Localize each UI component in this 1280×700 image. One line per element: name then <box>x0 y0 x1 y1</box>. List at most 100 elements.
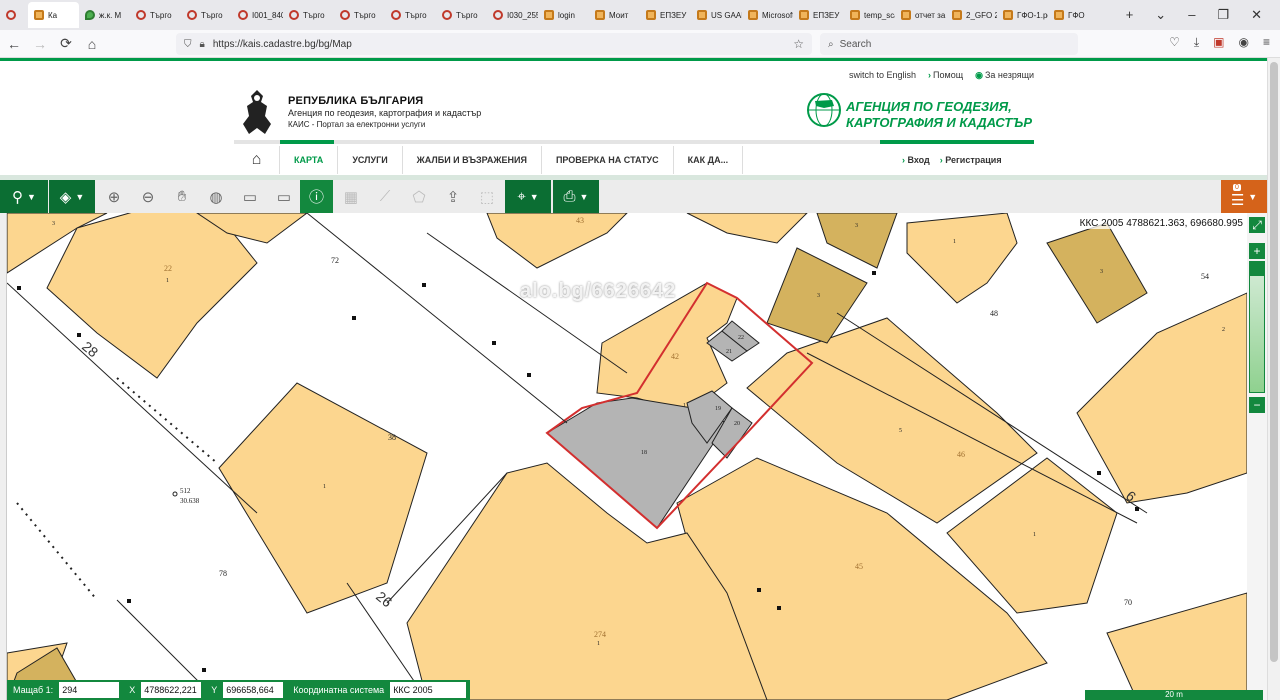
map-toolbar: ⚲ ▼ ◈ ▼ ⊕ ⊖ ✋︎ ◍ ▭ ▭ ⓘ ▦ ⟋ ⬠ ⇪ ⬚ ⌖ ▼ ⎙ ▼ 0 ☰… <box>0 180 1280 213</box>
download-icon[interactable]: ⤓ <box>1194 35 1199 50</box>
tab-list-icon[interactable]: ⌄ <box>1155 7 1166 23</box>
fullscreen-button[interactable]: ⤢ <box>1249 217 1265 233</box>
republic-title: РЕПУБЛИКА БЪЛГАРИЯ <box>288 95 424 107</box>
browser-tab[interactable]: ж.к. М <box>79 2 130 28</box>
browser-tab[interactable]: Търго <box>130 2 181 28</box>
zoom-out-button[interactable]: − <box>1249 397 1265 413</box>
browser-tab[interactable]: I030_2553 <box>487 2 538 28</box>
agency-globe-logo <box>807 93 841 127</box>
select-area-tool[interactable]: ⬚ <box>471 180 503 213</box>
accessibility-link[interactable]: ◉ За незрящи <box>975 70 1034 81</box>
browser-tab[interactable]: ГФО-1.pdf <box>997 2 1048 28</box>
nav-services[interactable]: УСЛУГИ <box>338 146 403 174</box>
kais-icon <box>34 10 44 20</box>
browser-tab[interactable]: ГФО <box>1048 2 1099 28</box>
login-link[interactable]: › Вход <box>902 155 930 165</box>
new-tab-icon[interactable]: + <box>1126 7 1134 23</box>
register-link[interactable]: › Регистрация <box>940 155 1002 165</box>
extension-icon[interactable]: ▣ <box>1213 35 1224 50</box>
zoom-out-tool[interactable]: ⊖ <box>132 180 164 213</box>
zoom-in-button[interactable]: + <box>1249 243 1265 259</box>
browser-tab[interactable]: Търго <box>181 2 232 28</box>
lock-icon: 🔒︎ <box>199 38 205 50</box>
browser-tab[interactable]: ЕПЗЕУ <box>793 2 844 28</box>
browser-tab[interactable]: Ка <box>28 2 79 28</box>
zoom-slider[interactable] <box>1249 261 1265 393</box>
browser-tab[interactable] <box>0 2 28 28</box>
browser-tab[interactable]: Търго <box>334 2 385 28</box>
search-icon: ⌕ <box>828 38 834 50</box>
browser-tab[interactable]: Моит <box>589 2 640 28</box>
map-left-panel-handle[interactable] <box>0 213 7 700</box>
browser-tab[interactable]: отчет за п <box>895 2 946 28</box>
menu-icon[interactable]: ≡ <box>1263 35 1270 50</box>
print-tool[interactable]: ⎙ ▼ <box>553 180 599 213</box>
browser-search-input[interactable]: ⌕ Search <box>820 33 1078 55</box>
y-coordinate-input[interactable]: 696658,664 <box>223 682 284 698</box>
close-icon[interactable]: ✕ <box>1251 7 1262 23</box>
upload-tool[interactable]: ⇪ <box>437 180 469 213</box>
browser-tab[interactable]: Търго <box>436 2 487 28</box>
browser-tab[interactable]: US GAAP <box>691 2 742 28</box>
browser-tab-label: Търго <box>150 10 172 20</box>
back-icon[interactable]: ← <box>2 36 26 52</box>
x-coordinate-input[interactable]: 4788622,221 <box>141 682 202 698</box>
zoom-in-tool[interactable]: ⊕ <box>98 180 130 213</box>
browser-tab[interactable]: I001_8408 <box>232 2 283 28</box>
zoom-box-in-tool[interactable]: ▭ <box>234 180 266 213</box>
browser-tab[interactable]: 2_GFO 202 <box>946 2 997 28</box>
url-text: https://kais.cadastre.bg/bg/Map <box>212 38 352 50</box>
full-extent-tool[interactable]: ◍ <box>200 180 232 213</box>
pocket-icon[interactable]: ♡ <box>1169 35 1180 50</box>
browser-tab[interactable]: login <box>538 2 589 28</box>
bookmark-star-icon[interactable]: ☆ <box>793 37 804 51</box>
selected-objects-button[interactable]: 0 ☰ ▼ <box>1221 180 1267 213</box>
browser-tab-label: Ка <box>48 10 58 20</box>
info-tool[interactable]: ⓘ <box>300 180 333 213</box>
layer-info-icon: ⌖ <box>517 188 526 205</box>
browser-tab[interactable]: Microsoft <box>742 2 793 28</box>
nav-complaints[interactable]: ЖАЛБИ И ВЪЗРАЖЕНИЯ <box>403 146 542 174</box>
browser-tab[interactable]: ЕПЗЕУ <box>640 2 691 28</box>
page-scrollbar[interactable] <box>1267 58 1280 700</box>
browser-tab-bar: Ка ж.к. М Търго Търго I001_8408 Търго Търго Тър… <box>0 0 1280 30</box>
label-survey-point: 512 <box>180 487 191 495</box>
folder-icon <box>544 10 554 20</box>
reload-icon[interactable]: ⟳ <box>54 35 78 52</box>
browser-tab[interactable]: Търго <box>283 2 334 28</box>
zoom-slider-handle[interactable] <box>1250 262 1264 276</box>
browser-tab[interactable]: temp_scan <box>844 2 895 28</box>
draw-polygon-tool[interactable]: ⬠ <box>403 180 435 213</box>
shield-icon: ⛉ <box>184 38 192 50</box>
zoom-box-out-tool[interactable]: ▭ <box>268 180 300 213</box>
minimize-icon[interactable]: – <box>1188 7 1195 23</box>
nav-status-check[interactable]: ПРОВЕРКА НА СТАТУС <box>542 146 674 174</box>
scrollbar-thumb[interactable] <box>1270 62 1278 662</box>
label-parcel-1-d: 1 <box>953 239 956 245</box>
doc-icon <box>952 10 962 20</box>
coat-of-arms-logo <box>243 90 271 134</box>
label-parcel-3-d: 3 <box>855 223 858 229</box>
home-icon[interactable]: ⌂ <box>80 36 104 52</box>
search-tool-button[interactable]: ⚲ ▼ <box>0 180 48 213</box>
measure-distance-tool[interactable]: ⟋ <box>369 180 401 213</box>
scale-input[interactable]: 294 <box>59 682 120 698</box>
restore-icon[interactable]: ❐ <box>1217 7 1229 23</box>
browser-tab-label: temp_scan <box>864 10 895 20</box>
nav-map[interactable]: КАРТА <box>280 146 339 174</box>
crs-select[interactable]: ККС 2005 <box>390 682 467 698</box>
nav-how-to[interactable]: КАК ДА... <box>674 146 744 174</box>
address-bar[interactable]: ⛉ 🔒︎ https://kais.cadastre.bg/bg/Map ☆ <box>176 33 812 55</box>
portal-subtitle: КАИС - Портал за електронни услуги <box>288 120 426 129</box>
browser-tab[interactable]: Търго <box>385 2 436 28</box>
forward-icon[interactable]: → <box>28 36 52 52</box>
browser-tab-label: отчет за п <box>915 10 946 20</box>
layer-info-tool[interactable]: ⌖ ▼ <box>505 180 551 213</box>
switch-language-link[interactable]: switch to English <box>849 70 916 81</box>
layers-tool-button[interactable]: ◈ ▼ <box>49 180 95 213</box>
pan-tool[interactable]: ✋︎ <box>166 180 198 213</box>
profile-icon[interactable]: ◉ <box>1239 35 1249 50</box>
measure-area-tool[interactable]: ▦ <box>335 180 367 213</box>
home-nav-icon[interactable]: ⌂ <box>234 146 280 174</box>
help-link[interactable]: › Помощ <box>928 70 963 81</box>
